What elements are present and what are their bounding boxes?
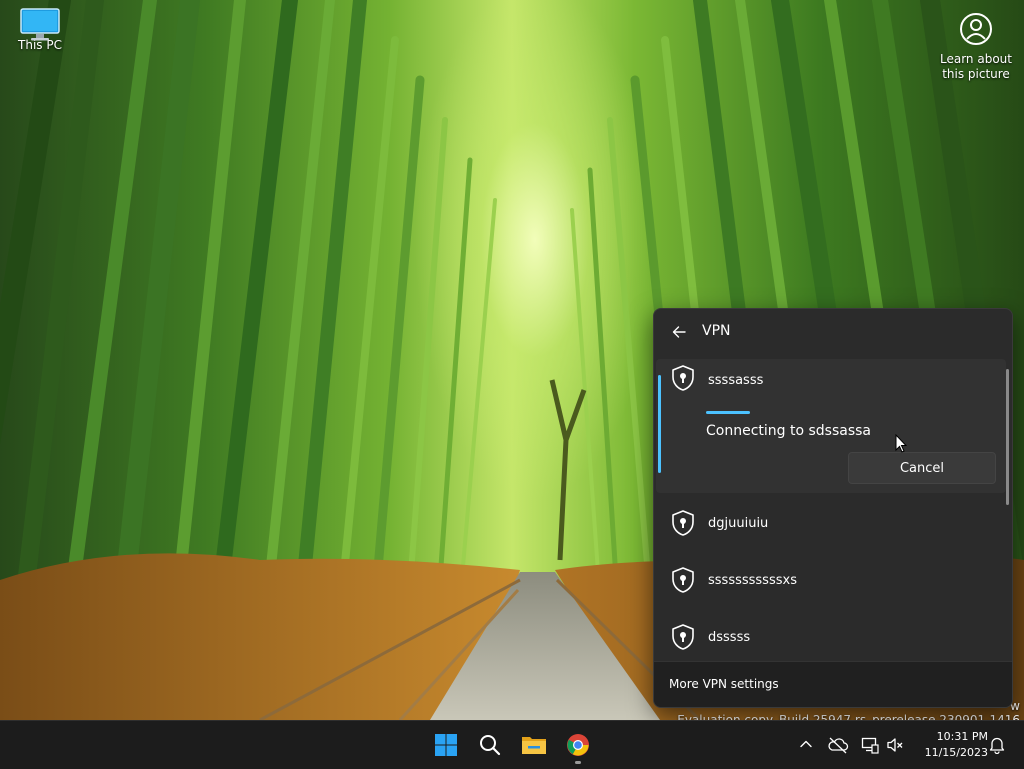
vpn-shield-icon <box>670 509 696 537</box>
taskbar: 10:31 PM 11/15/2023 <box>0 720 1024 769</box>
search-icon <box>480 735 501 756</box>
vpn-title: VPN <box>702 323 731 339</box>
vpn-item-ssssasss[interactable]: ssssasss Connecting to sdssassa Cancel <box>656 359 1006 493</box>
volume-muted-icon <box>887 738 903 752</box>
file-explorer-icon <box>522 737 546 754</box>
mouse-pointer-icon <box>895 434 907 453</box>
show-hidden-icons-button[interactable] <box>797 735 815 753</box>
vpn-list-scrollbar[interactable] <box>1006 369 1009 505</box>
back-button[interactable] <box>666 319 692 345</box>
connection-progress-bar <box>706 411 750 414</box>
vpn-item-dsssss[interactable]: dsssss <box>656 609 1006 663</box>
onedrive-icon <box>828 737 849 754</box>
onedrive-button[interactable] <box>827 734 849 756</box>
learn-about-picture-shortcut[interactable]: Learn about this picture <box>936 12 1016 82</box>
cancel-button[interactable]: Cancel <box>848 452 996 484</box>
start-button[interactable] <box>428 727 464 763</box>
network-icon <box>861 737 879 754</box>
vpn-item-label: sssssssssssxs <box>708 573 797 588</box>
search-button[interactable] <box>472 727 508 763</box>
network-button[interactable] <box>859 734 881 756</box>
vpn-shield-icon <box>670 364 696 392</box>
start-icon <box>435 734 457 756</box>
running-app-indicator <box>575 761 581 764</box>
file-explorer-button[interactable] <box>516 727 552 763</box>
connection-status-text: Connecting to sdssassa <box>706 423 872 439</box>
computer-monitor-icon <box>20 8 60 41</box>
vpn-shield-icon <box>670 623 696 651</box>
more-vpn-settings-link[interactable]: More VPN settings <box>669 677 779 691</box>
arrow-left-icon <box>672 326 686 338</box>
camera-info-icon <box>959 12 993 46</box>
this-pc-shortcut[interactable]: This PC <box>12 8 68 52</box>
connection-progress-fill <box>706 411 750 414</box>
vpn-flyout: VPN ssssasss Connecting to sdssassa Canc… <box>653 308 1013 708</box>
clock-time: 10:31 PM <box>936 730 988 743</box>
volume-button[interactable] <box>884 734 906 756</box>
vpn-item-label: dsssss <box>708 630 751 645</box>
vpn-header: VPN <box>654 309 1012 355</box>
bell-icon <box>989 737 1005 754</box>
chrome-icon <box>567 734 589 756</box>
chevron-up-icon <box>800 740 812 748</box>
vpn-shield-icon <box>670 566 696 594</box>
vpn-item-label: dgjuuiuiu <box>708 516 769 531</box>
selection-indicator <box>658 375 661 473</box>
vpn-item-sssssssssssxs[interactable]: sssssssssssxs <box>656 552 1006 606</box>
notifications-button[interactable] <box>986 734 1008 756</box>
vpn-item-dgjuuiuiu[interactable]: dgjuuiuiu <box>656 495 1006 549</box>
clock-date: 11/15/2023 <box>924 746 988 759</box>
vpn-item-label: ssssasss <box>708 373 764 388</box>
vpn-footer: More VPN settings <box>654 661 1012 707</box>
vpn-connection-list: ssssasss Connecting to sdssassa Cancel d… <box>654 359 1012 659</box>
learn-about-picture-label: Learn about this picture <box>940 52 1012 81</box>
taskbar-clock[interactable]: 10:31 PM 11/15/2023 <box>916 729 988 761</box>
chrome-button[interactable] <box>560 727 596 763</box>
